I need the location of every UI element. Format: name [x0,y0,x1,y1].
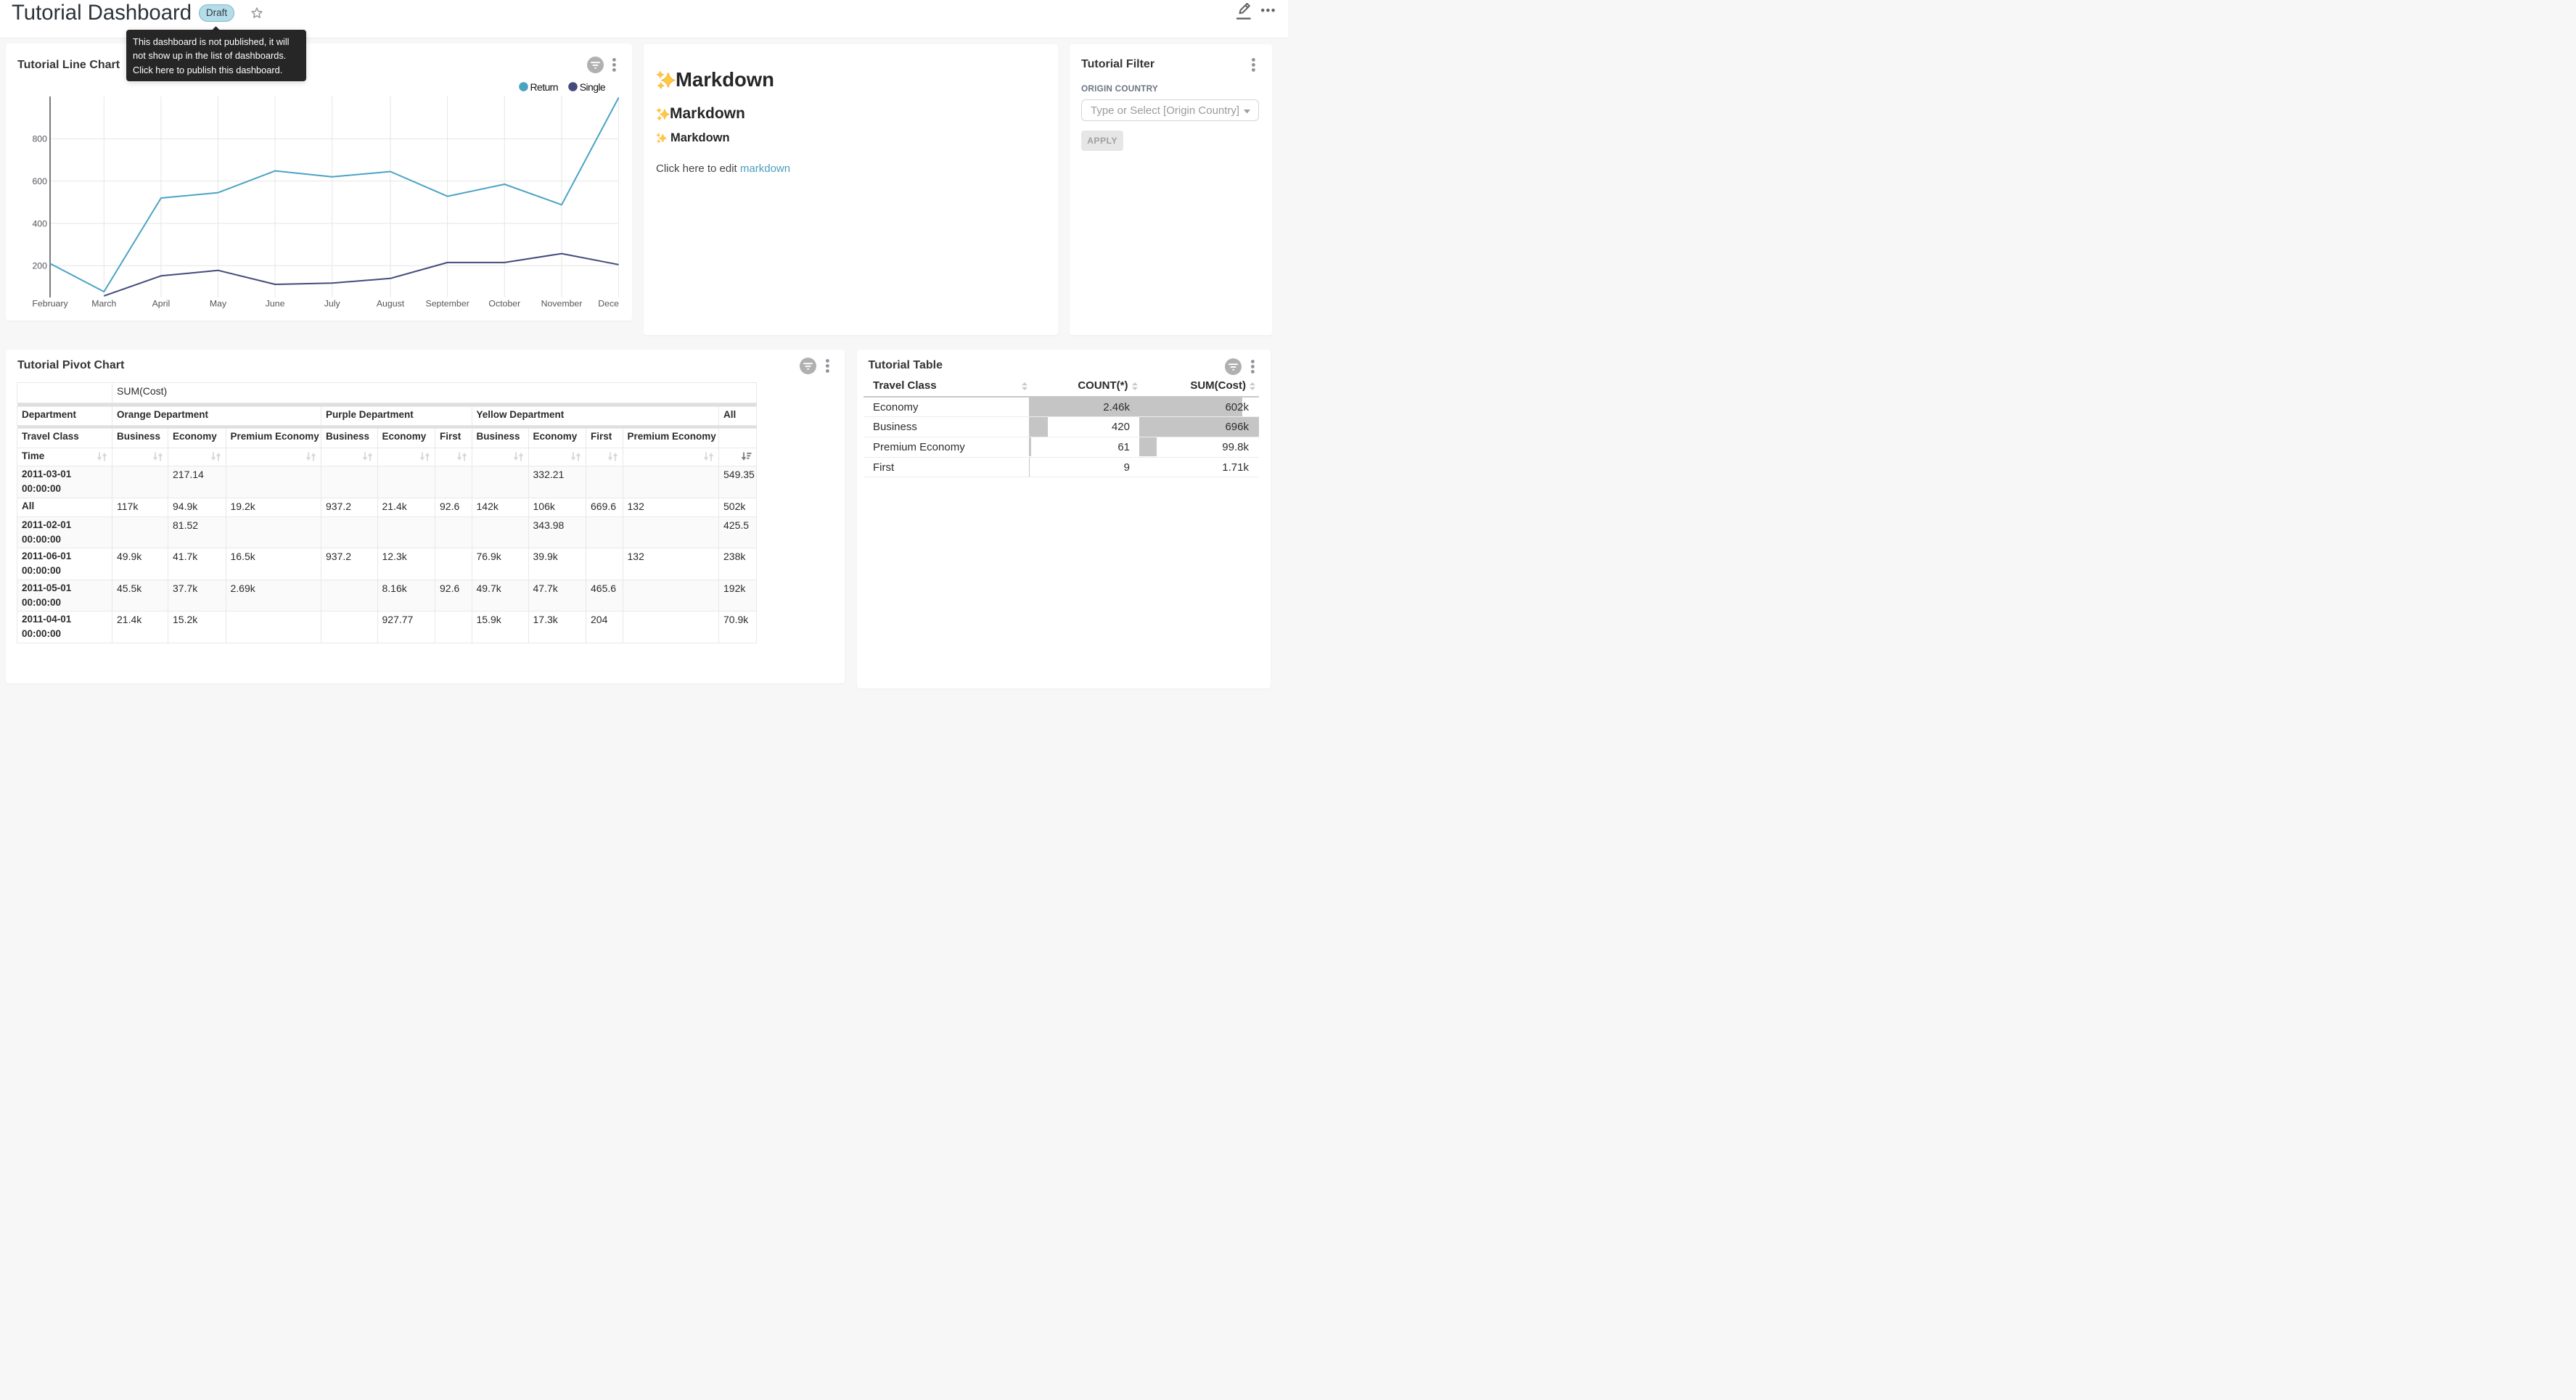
svg-text:February: February [32,299,68,309]
svg-text:July: July [324,299,341,309]
svg-text:November: November [541,299,583,309]
svg-text:400: 400 [32,218,47,228]
svg-text:200: 200 [32,261,47,271]
svg-text:August: August [377,299,405,309]
svg-text:600: 600 [32,176,47,186]
svg-text:December: December [598,299,619,309]
svg-text:April: April [152,299,171,309]
svg-text:May: May [210,299,227,309]
svg-text:June: June [266,299,285,309]
svg-text:March: March [91,299,116,309]
svg-text:October: October [488,299,520,309]
svg-text:September: September [426,299,469,309]
svg-text:800: 800 [32,134,47,144]
